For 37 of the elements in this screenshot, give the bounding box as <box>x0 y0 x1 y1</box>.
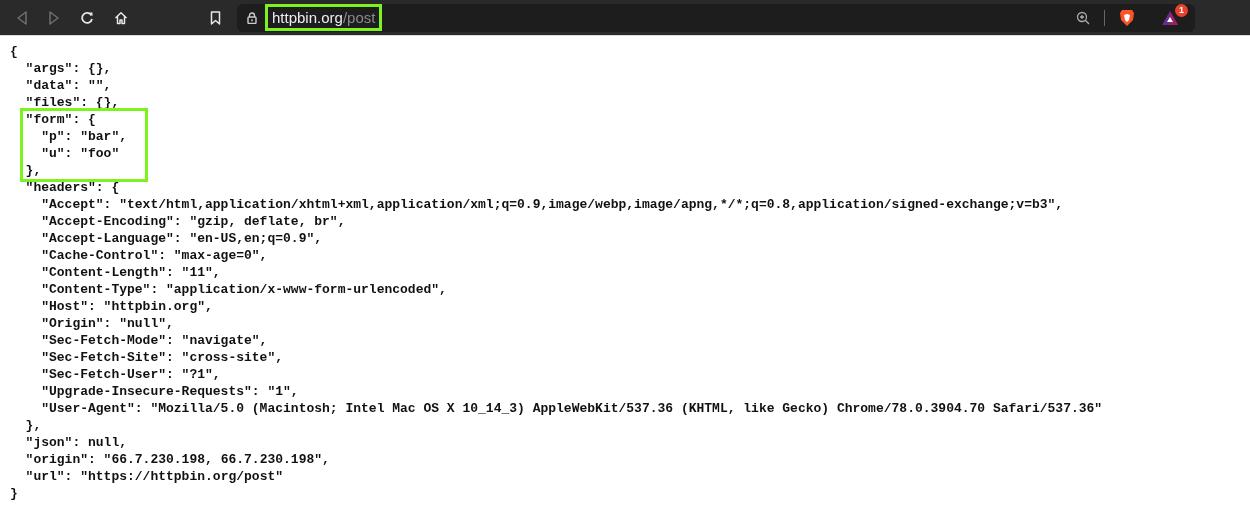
url-path: /post <box>342 9 376 26</box>
code-line: "json": null, <box>25 434 127 451</box>
lion-shield-icon[interactable] <box>1119 8 1135 27</box>
code-line: "Accept": "text/html,application/xhtml+xml,application/xml;q=0.9,image/webp,image/apng,*/*;q=0.8,application/signed-exchange;v=b3", <box>41 196 1064 213</box>
code-line: "Accept-Language": "en-US,en;q=0.9", <box>41 230 323 247</box>
code-line: "u": "foo" <box>41 145 120 162</box>
address-bar[interactable]: httpbin.org/post 1 <box>237 3 1195 32</box>
code-line: "data": "", <box>25 77 112 94</box>
code-line: }, <box>25 162 42 179</box>
code-line: "headers": { <box>25 179 120 196</box>
code-line: "Sec-Fetch-User": "?1", <box>41 366 221 383</box>
reload-icon[interactable] <box>80 10 94 25</box>
notification-badge: 1 <box>1175 3 1188 17</box>
code-line: { <box>10 43 18 60</box>
code-line: "Sec-Fetch-Site": "cross-site", <box>41 349 284 366</box>
code-line: "Sec-Fetch-Mode": "navigate", <box>41 332 268 349</box>
triangle-icon[interactable] <box>1161 9 1179 26</box>
code-line: "form": { <box>25 111 96 128</box>
zoom-icon[interactable] <box>1076 10 1090 25</box>
code-line: "Cache-Control": "max-age=0", <box>41 247 268 264</box>
code-line: "Host": "httpbin.org", <box>41 298 213 315</box>
url-host: httpbin.org <box>272 9 343 26</box>
code-line: "Accept-Encoding": "gzip, deflate, br", <box>41 213 346 230</box>
lock-icon <box>247 11 257 24</box>
code-line: } <box>10 485 18 502</box>
home-icon[interactable] <box>114 10 128 25</box>
code-line: "p": "bar", <box>41 128 127 145</box>
code-line: "Origin": "null", <box>41 315 174 332</box>
code-line: "Upgrade-Insecure-Requests": "1", <box>41 383 299 400</box>
code-line: "args": {}, <box>25 60 112 77</box>
code-line: }, <box>25 417 42 434</box>
code-line: "Content-Length": "11", <box>41 264 221 281</box>
bookmark-icon[interactable] <box>210 10 221 25</box>
code-line: "url": "https://httpbin.org/post" <box>25 468 284 485</box>
code-line: "origin": "66.7.230.198, 66.7.230.198", <box>25 451 330 468</box>
code-line: "User-Agent": "Mozilla/5.0 (Macintosh; Intel Mac OS X 10_14_3) AppleWebKit/537.36 (KHTML, like Gecko) Chrome/78.0.3904.70 Safari/537.36" <box>41 400 1103 417</box>
code-line: "Content-Type": "application/x-www-form-urlencoded", <box>41 281 447 298</box>
